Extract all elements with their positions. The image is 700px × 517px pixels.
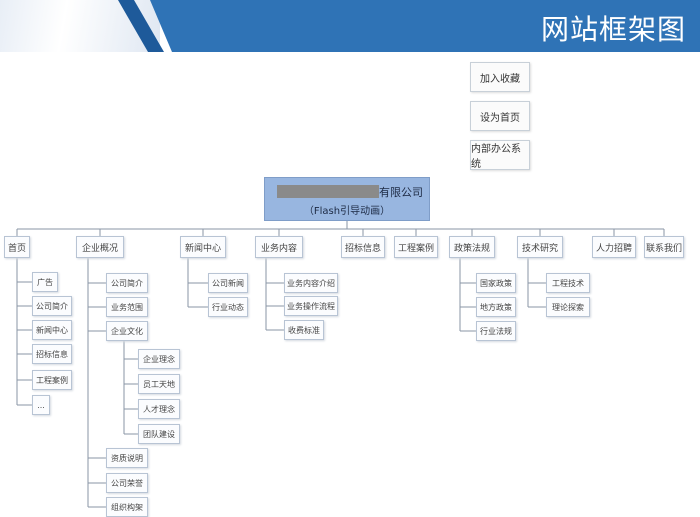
nav-node-home[interactable]: 首页 [4, 236, 30, 258]
news-item-company[interactable]: 公司新闻 [208, 273, 248, 293]
policy-item-national[interactable]: 国家政策 [476, 273, 516, 293]
nav-node-tech[interactable]: 技术研究 [517, 236, 563, 258]
home-item-ad[interactable]: 广告 [32, 272, 58, 292]
nav-node-contact[interactable]: 联系我们 [644, 236, 684, 258]
overview-item-profile[interactable]: 公司简介 [106, 273, 148, 293]
business-item-process[interactable]: 业务操作流程 [284, 296, 338, 316]
culture-item-staff[interactable]: 员工天地 [138, 374, 180, 394]
overview-item-scope[interactable]: 业务范围 [106, 297, 148, 317]
tech-item-engineering[interactable]: 工程技术 [546, 273, 590, 293]
nav-node-business[interactable]: 业务内容 [255, 236, 303, 258]
nav-node-hr[interactable]: 人力招聘 [592, 236, 636, 258]
home-item-news[interactable]: 新闻中心 [32, 320, 72, 340]
root-subtitle: （Flash引导动画） [303, 206, 391, 217]
overview-item-qualification[interactable]: 资质说明 [106, 448, 148, 468]
connector-lines [16, 221, 665, 508]
policy-item-local[interactable]: 地方政策 [476, 297, 516, 317]
root-title: 有限公司 [379, 186, 423, 199]
redacted-company-name [277, 185, 379, 198]
nav-node-policy[interactable]: 政策法规 [449, 236, 495, 258]
news-item-industry[interactable]: 行业动态 [208, 297, 248, 317]
overview-item-structure[interactable]: 组织构架 [106, 497, 148, 517]
home-item-more[interactable]: ... [32, 395, 50, 415]
culture-item-philosophy[interactable]: 企业理念 [138, 349, 180, 369]
business-item-intro[interactable]: 业务内容介绍 [284, 273, 338, 293]
business-item-fees[interactable]: 收费标准 [284, 320, 324, 340]
home-item-profile[interactable]: 公司简介 [32, 296, 72, 316]
home-item-tenders[interactable]: 招标信息 [32, 344, 72, 364]
tech-item-theory[interactable]: 理论探索 [546, 297, 590, 317]
policy-item-industry[interactable]: 行业法规 [476, 321, 516, 341]
overview-item-culture[interactable]: 企业文化 [106, 321, 148, 341]
culture-item-talent[interactable]: 人才理念 [138, 399, 180, 419]
nav-node-news[interactable]: 新闻中心 [180, 236, 226, 258]
root-node: 有限公司 （Flash引导动画） [264, 177, 430, 221]
culture-item-team[interactable]: 团队建设 [138, 424, 180, 444]
nav-node-overview[interactable]: 企业概况 [76, 236, 124, 258]
home-item-cases[interactable]: 工程案例 [32, 370, 72, 390]
overview-item-honors[interactable]: 公司荣誉 [106, 473, 148, 493]
nav-node-cases[interactable]: 工程案例 [394, 236, 438, 258]
nav-node-tenders[interactable]: 招标信息 [341, 236, 385, 258]
